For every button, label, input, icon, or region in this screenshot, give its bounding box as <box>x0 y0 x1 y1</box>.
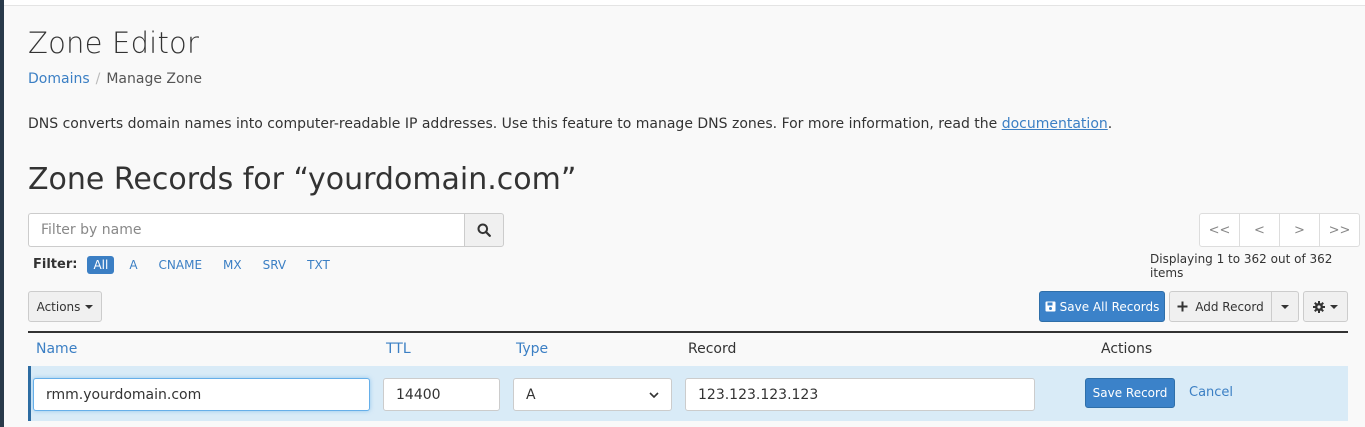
record-ttl-input[interactable] <box>383 378 500 411</box>
floppy-disk-icon <box>1045 301 1056 312</box>
breadcrumb: Domains / Manage Zone <box>28 71 202 87</box>
save-all-label: Save All Records <box>1059 299 1160 314</box>
record-type-filter: Filter: All A CNAME MX SRV TXT <box>33 254 345 275</box>
filter-by-name-input[interactable] <box>28 213 464 247</box>
page-description: DNS converts domain names into computer-… <box>28 116 1112 132</box>
column-header-ttl[interactable]: TTL <box>386 341 411 357</box>
actions-label: Actions <box>36 299 81 314</box>
previous-page-button[interactable]: < <box>1239 213 1280 247</box>
record-type-select[interactable]: A <box>513 378 672 411</box>
first-page-button[interactable]: << <box>1199 213 1240 247</box>
description-text: DNS converts domain names into computer-… <box>28 116 1002 132</box>
save-all-records-button[interactable]: Save All Records <box>1039 291 1165 322</box>
record-value-input[interactable] <box>685 378 1035 411</box>
settings-button[interactable] <box>1303 291 1348 322</box>
breadcrumb-separator: / <box>95 71 101 87</box>
column-header-name[interactable]: Name <box>36 341 77 357</box>
top-bar <box>4 0 1365 6</box>
next-page-button[interactable]: > <box>1279 213 1320 247</box>
gear-icon <box>1313 300 1325 313</box>
description-end: . <box>1107 116 1113 132</box>
filter-cname[interactable]: CNAME <box>153 256 209 274</box>
table-header-rule <box>28 331 1348 333</box>
filter-srv[interactable]: SRV <box>257 256 293 274</box>
add-record-button[interactable]: Add Record <box>1169 291 1272 322</box>
search-icon <box>477 223 491 237</box>
last-page-button[interactable]: >> <box>1319 213 1360 247</box>
filter-txt[interactable]: TXT <box>301 256 336 274</box>
record-type-value: A <box>526 386 536 403</box>
filter-mx[interactable]: MX <box>217 256 248 274</box>
search-button[interactable] <box>464 213 504 247</box>
add-record-label: Add Record <box>1195 299 1264 314</box>
chevron-down-icon <box>649 391 659 398</box>
page-title: Zone Editor <box>28 26 200 60</box>
pagination: << < > >> <box>1199 213 1360 247</box>
plus-icon <box>1177 301 1188 312</box>
chevron-down-icon <box>85 304 94 309</box>
filter-all[interactable]: All <box>87 255 115 274</box>
filter-label: Filter: <box>33 257 78 272</box>
pagination-info: Displaying 1 to 362 out of 362 items <box>1150 252 1333 280</box>
sidebar-edge <box>0 0 4 427</box>
filter-a[interactable]: A <box>123 256 143 274</box>
chevron-down-icon <box>1281 304 1289 309</box>
add-record-dropdown-toggle[interactable] <box>1271 291 1299 322</box>
save-record-button[interactable]: Save Record <box>1085 378 1175 408</box>
record-name-input[interactable] <box>33 378 370 411</box>
zone-records-title: Zone Records for “yourdomain.com” <box>28 162 577 197</box>
actions-dropdown-button[interactable]: Actions <box>28 291 102 322</box>
column-header-type[interactable]: Type <box>516 341 548 357</box>
search-group <box>28 213 504 247</box>
column-header-actions: Actions <box>1101 341 1153 357</box>
column-header-record: Record <box>688 341 737 357</box>
breadcrumb-current: Manage Zone <box>106 71 203 87</box>
chevron-down-icon <box>1330 304 1338 309</box>
breadcrumb-domains-link[interactable]: Domains <box>28 71 90 87</box>
cancel-edit-link[interactable]: Cancel <box>1189 385 1233 400</box>
documentation-link[interactable]: documentation <box>1002 116 1108 132</box>
